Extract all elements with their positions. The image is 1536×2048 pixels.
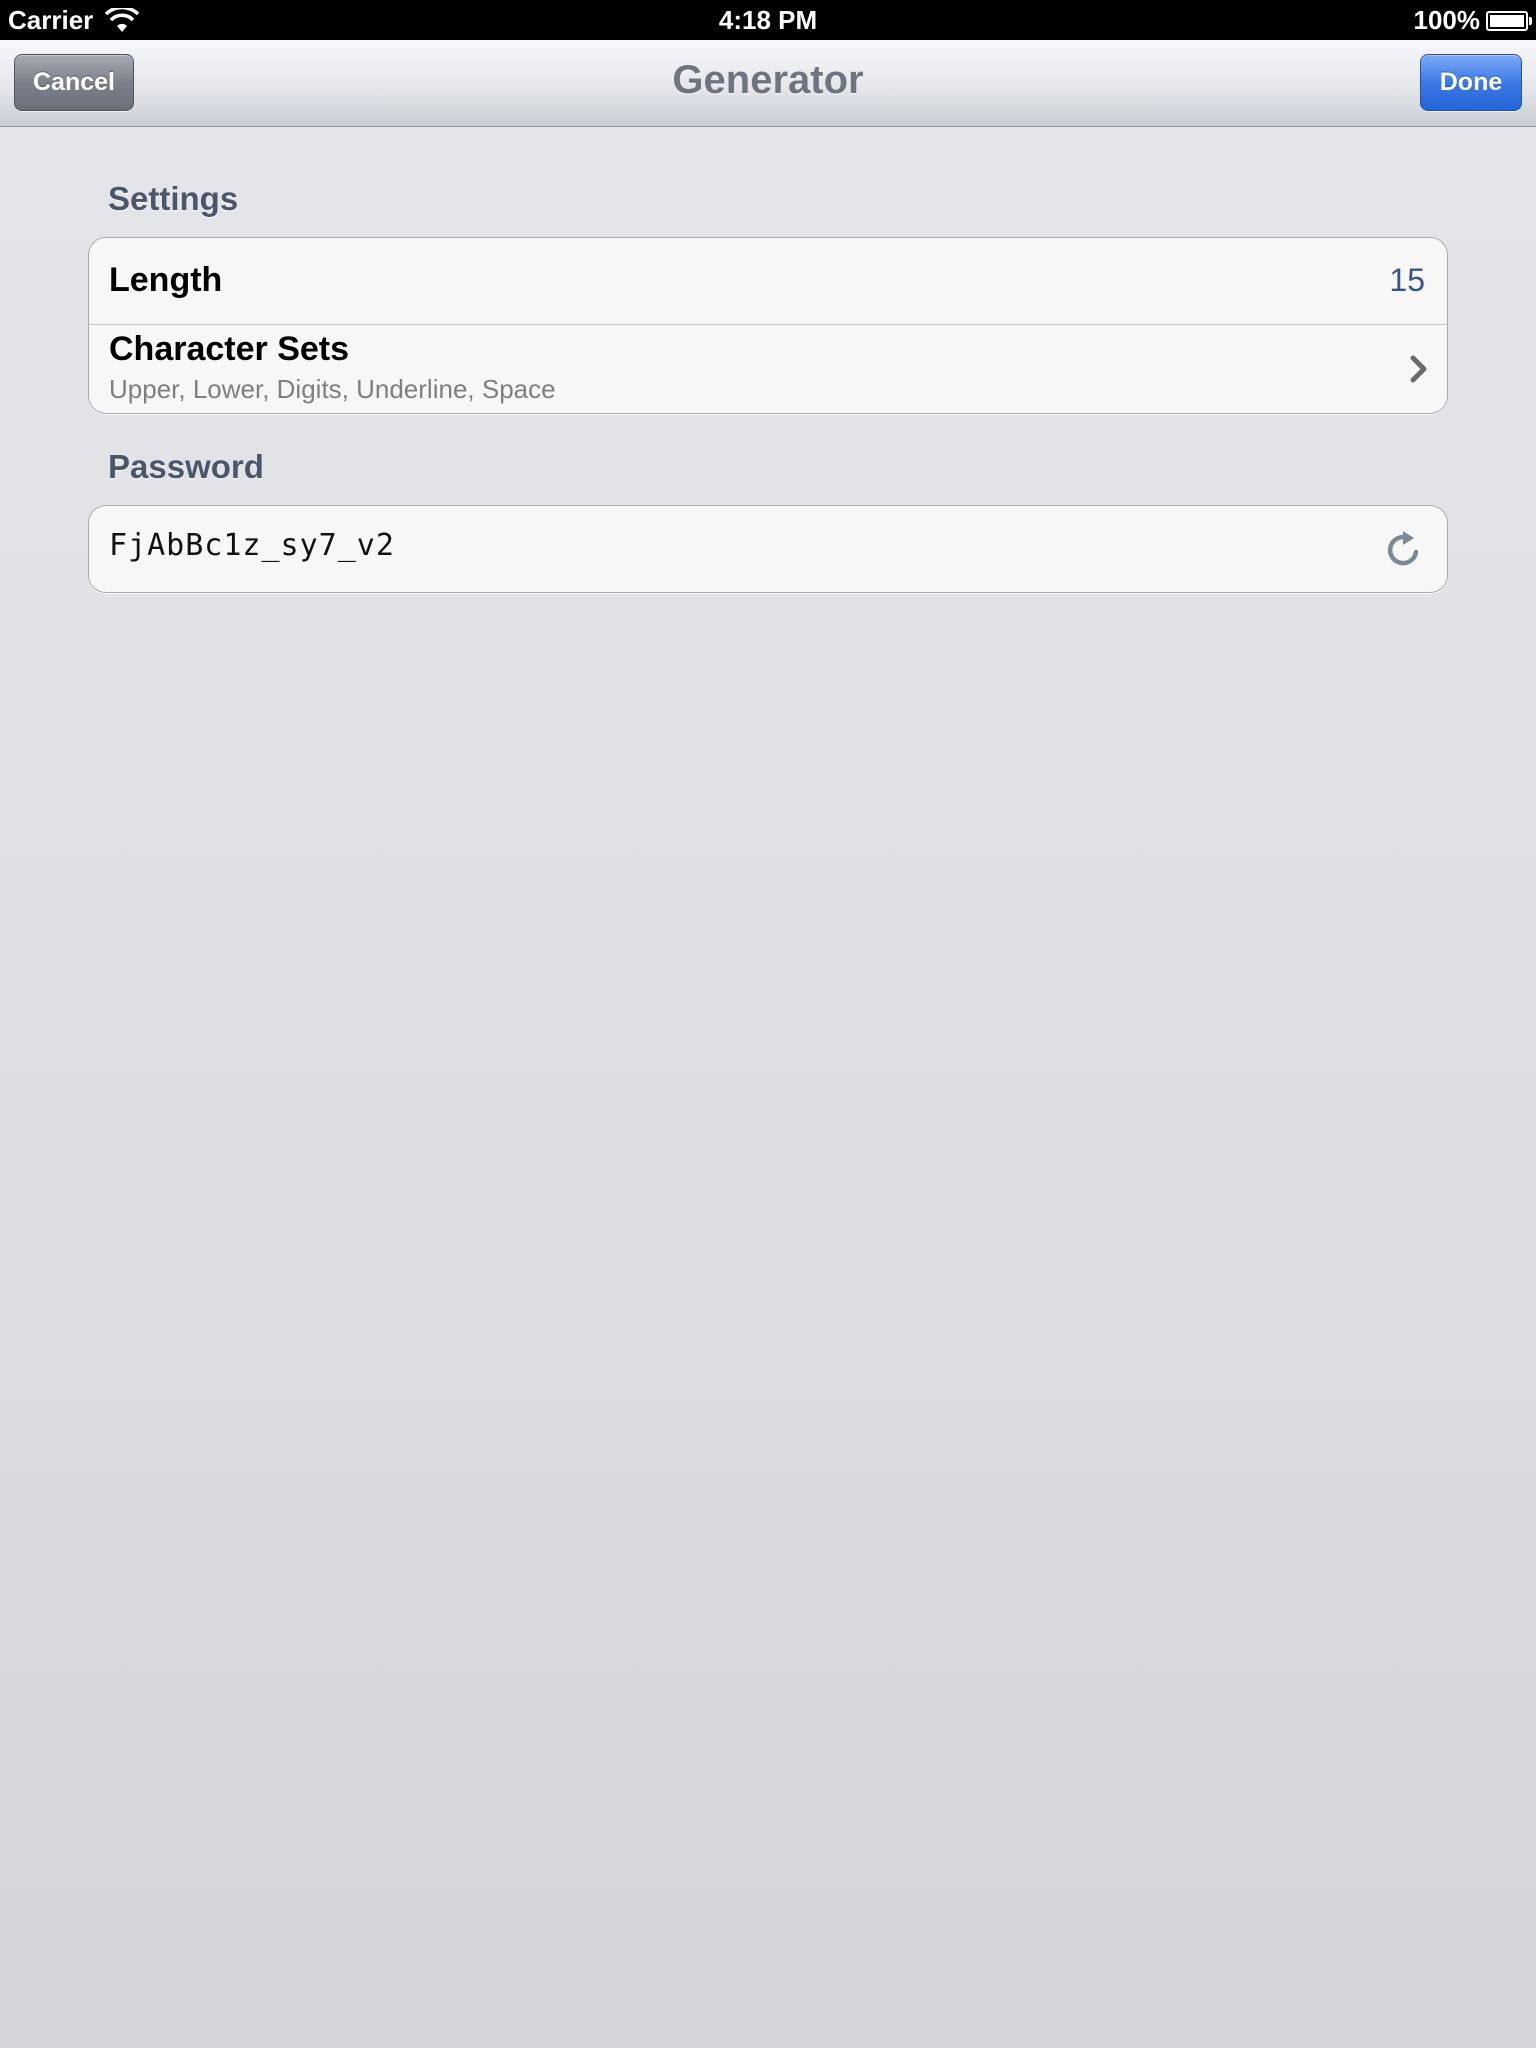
character-sets-row[interactable]: Character Sets Upper, Lower, Digits, Und… bbox=[89, 325, 1447, 413]
character-sets-value: Upper, Lower, Digits, Underline, Space bbox=[109, 374, 556, 404]
page-title: Generator bbox=[672, 58, 864, 102]
settings-section-header: Settings bbox=[108, 180, 239, 217]
status-bar: Carrier 4:18 PM 100% bbox=[0, 0, 1536, 40]
battery-icon bbox=[1486, 10, 1532, 31]
password-value[interactable]: FjAbBc1z_sy7_v2 bbox=[109, 528, 395, 563]
length-label: Length bbox=[109, 261, 223, 299]
status-time: 4:18 PM bbox=[718, 5, 818, 35]
refresh-icon[interactable] bbox=[1381, 528, 1425, 572]
navigation-bar: Cancel Generator Done bbox=[0, 40, 1536, 127]
password-section-header: Password bbox=[108, 448, 264, 485]
battery-percent: 100% bbox=[1413, 5, 1481, 35]
length-row[interactable]: Length 15 bbox=[89, 238, 1447, 325]
password-group: FjAbBc1z_sy7_v2 bbox=[88, 505, 1448, 593]
character-sets-label: Character Sets bbox=[109, 330, 350, 368]
settings-group: Length 15 Character Sets Upper, Lower, D… bbox=[88, 237, 1448, 414]
status-battery: 100% bbox=[1413, 5, 1532, 36]
chevron-right-icon bbox=[1410, 355, 1427, 383]
done-button[interactable]: Done bbox=[1420, 54, 1522, 111]
password-row[interactable]: FjAbBc1z_sy7_v2 bbox=[89, 506, 1447, 592]
length-value: 15 bbox=[1389, 262, 1425, 298]
